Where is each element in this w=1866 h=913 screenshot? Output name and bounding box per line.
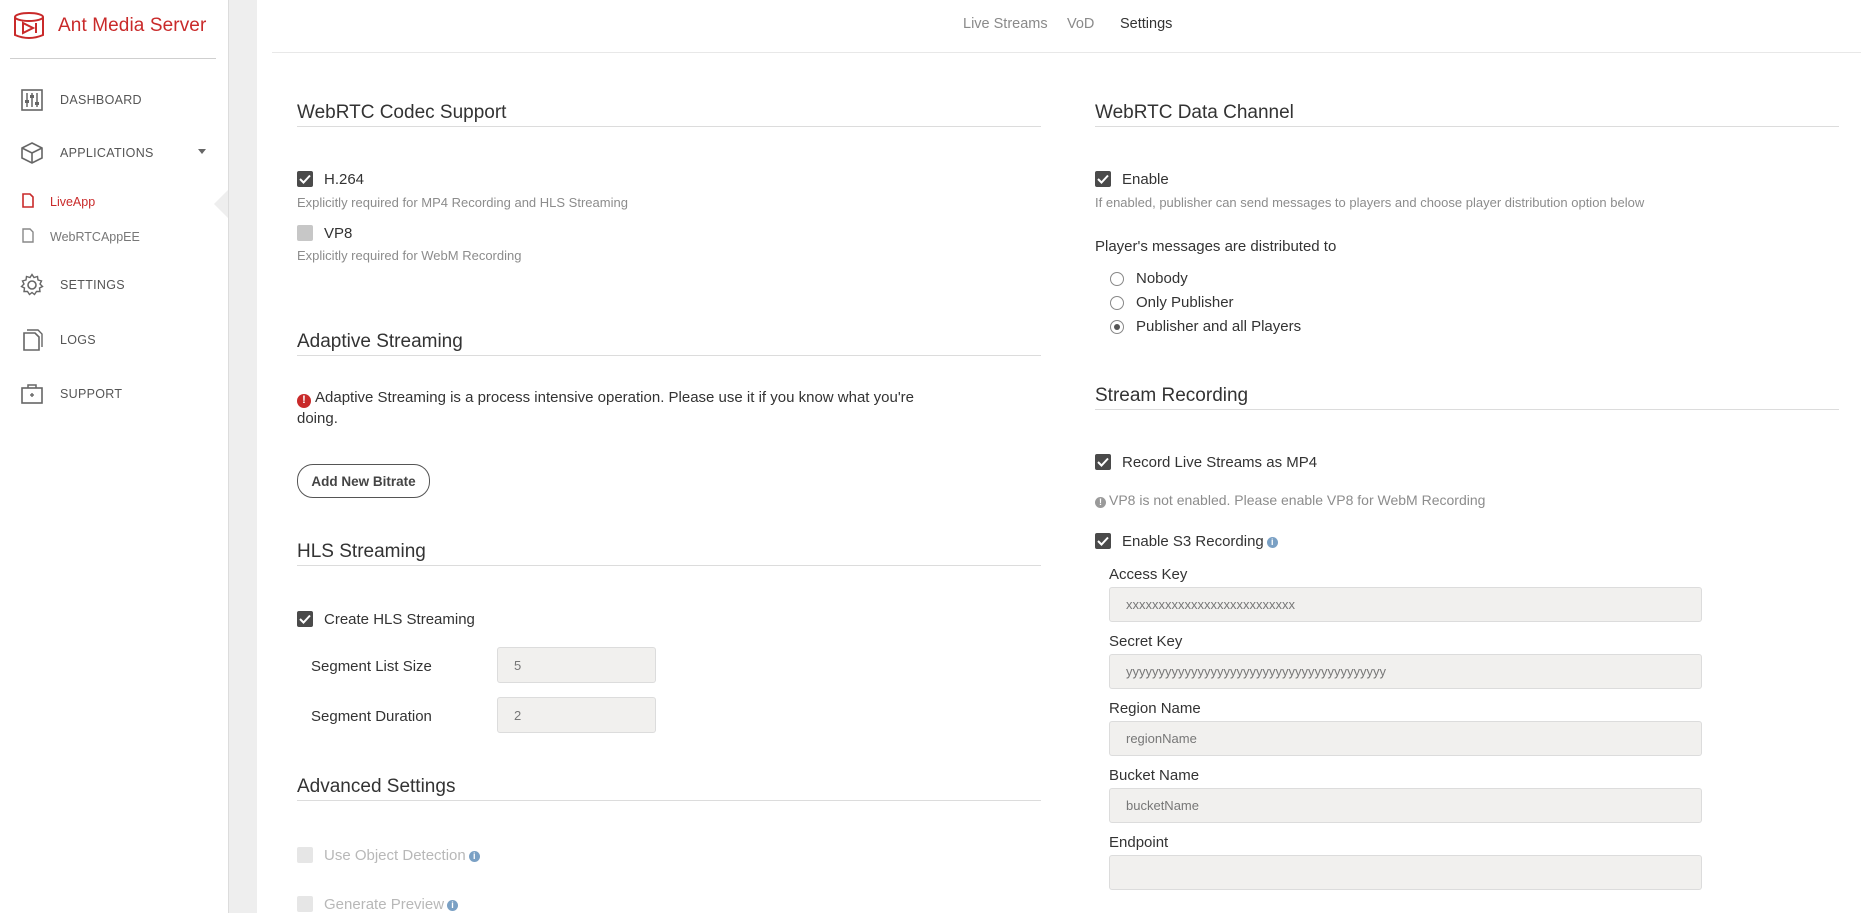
sidebar-item-support[interactable]: SUPPORT <box>20 382 122 406</box>
vp8-not-enabled-note: ! VP8 is not enabled. Please enable VP8 f… <box>1095 492 1485 508</box>
divider <box>297 565 1041 566</box>
record-mp4-label: Record Live Streams as MP4 <box>1122 454 1318 471</box>
info-circle-icon: ! <box>1095 496 1106 508</box>
radio-only-publisher[interactable] <box>1110 296 1124 310</box>
region-name-input[interactable]: regionName <box>1109 721 1702 756</box>
active-app-indicator <box>214 190 228 218</box>
sidebar-item-label: DASHBOARD <box>60 93 142 107</box>
access-key-input[interactable]: xxxxxxxxxxxxxxxxxxxxxxxxxx <box>1109 587 1702 622</box>
chevron-down-icon[interactable] <box>198 149 206 154</box>
brand[interactable]: Ant Media Server <box>12 6 206 46</box>
create-hls-label: Create HLS Streaming <box>324 611 475 628</box>
datachannel-enable-label: Enable <box>1122 171 1169 188</box>
datachannel-enable-checkbox[interactable] <box>1095 171 1111 187</box>
bucket-name-label: Bucket Name <box>1109 767 1200 784</box>
logs-icon <box>20 328 44 352</box>
tab-settings[interactable]: Settings <box>1120 16 1172 32</box>
region-name-label: Region Name <box>1109 700 1201 717</box>
gear-icon <box>20 273 44 297</box>
datachannel-help: If enabled, publisher can send messages … <box>1095 195 1645 210</box>
radio-publisher-and-all-players-label: Publisher and all Players <box>1136 318 1302 335</box>
record-mp4-checkbox[interactable] <box>1095 454 1111 470</box>
adaptive-warning: ! Adaptive Streaming is a process intensi… <box>297 389 915 427</box>
info-icon[interactable]: i <box>447 899 459 911</box>
info-icon[interactable]: i <box>1266 536 1278 548</box>
tab-vod[interactable]: VoD <box>1067 16 1094 32</box>
radio-nobody-label: Nobody <box>1136 270 1188 287</box>
h264-help: Explicitly required for MP4 Recording an… <box>297 195 628 210</box>
s3-recording-checkbox[interactable] <box>1095 533 1111 549</box>
endpoint-input[interactable] <box>1109 855 1702 890</box>
segment-list-size-input[interactable]: 5 <box>497 647 656 683</box>
sidebar: Ant Media Server DASHBOARD APPLICATIONS … <box>0 0 228 913</box>
divider <box>297 355 1041 356</box>
sidebar-item-label: SETTINGS <box>60 278 125 292</box>
hls-section-title: HLS Streaming <box>297 541 426 562</box>
ant-media-logo-icon <box>12 11 46 41</box>
codec-section-title: WebRTC Codec Support <box>297 102 507 123</box>
radio-only-publisher-label: Only Publisher <box>1136 294 1234 311</box>
adaptive-section-title: Adaptive Streaming <box>297 331 463 352</box>
create-hls-checkbox[interactable] <box>297 611 313 627</box>
sidebar-app-label: LiveApp <box>50 195 96 209</box>
add-new-bitrate-button[interactable]: Add New Bitrate <box>297 464 430 498</box>
sliders-icon <box>20 88 44 112</box>
distribution-label: Player's messages are distributed to <box>1095 238 1337 255</box>
warning-icon: ! <box>297 393 311 408</box>
recording-section-title: Stream Recording <box>1095 385 1249 406</box>
sidebar-item-applications[interactable]: APPLICATIONS <box>20 141 220 165</box>
h264-label: H.264 <box>324 171 365 188</box>
segment-list-size-label: Segment List Size <box>311 658 432 675</box>
sidebar-item-label: SUPPORT <box>60 387 123 401</box>
sidebar-gutter <box>228 0 257 913</box>
sidebar-item-logs[interactable]: LOGS <box>20 328 96 352</box>
vp8-label: VP8 <box>324 225 353 242</box>
radio-nobody[interactable] <box>1110 272 1124 286</box>
divider <box>297 126 1041 127</box>
top-tabs: Live Streams VoD Settings <box>272 0 1861 53</box>
sidebar-item-label: APPLICATIONS <box>60 146 154 160</box>
access-key-label: Access Key <box>1109 566 1188 583</box>
secret-key-label: Secret Key <box>1109 633 1183 650</box>
vp8-help: Explicitly required for WebM Recording <box>297 248 522 263</box>
divider <box>1095 126 1839 127</box>
file-icon <box>22 228 34 246</box>
cube-icon <box>20 141 44 165</box>
generate-preview-label: Generate Preview i <box>324 896 459 913</box>
divider <box>297 800 1041 801</box>
bucket-name-input[interactable]: bucketName <box>1109 788 1702 823</box>
object-detection-label: Use Object Detection i <box>324 847 480 864</box>
divider <box>1095 409 1839 410</box>
h264-checkbox[interactable] <box>297 171 313 187</box>
endpoint-label: Endpoint <box>1109 834 1169 851</box>
radio-publisher-and-all-players[interactable] <box>1110 320 1124 334</box>
generate-preview-checkbox[interactable] <box>297 896 313 912</box>
file-icon <box>22 193 34 211</box>
brand-divider <box>10 58 216 59</box>
object-detection-checkbox[interactable] <box>297 847 313 863</box>
sidebar-item-label: LOGS <box>60 333 96 347</box>
sidebar-app-webrtcappee[interactable]: WebRTCAppEE <box>22 228 140 246</box>
sidebar-item-dashboard[interactable]: DASHBOARD <box>20 88 142 112</box>
advanced-section-title: Advanced Settings <box>297 776 456 797</box>
sidebar-item-settings[interactable]: SETTINGS <box>20 273 125 297</box>
support-icon <box>20 382 44 406</box>
secret-key-input[interactable]: yyyyyyyyyyyyyyyyyyyyyyyyyyyyyyyyyyyyyyyy <box>1109 654 1702 689</box>
brand-name: Ant Media Server <box>58 15 207 36</box>
info-icon[interactable]: i <box>468 850 480 862</box>
segment-duration-label: Segment Duration <box>311 708 432 725</box>
sidebar-app-label: WebRTCAppEE <box>50 230 140 244</box>
vp8-checkbox[interactable] <box>297 225 313 241</box>
s3-recording-label: Enable S3 Recording i <box>1122 533 1278 550</box>
datachannel-section-title: WebRTC Data Channel <box>1095 102 1294 123</box>
sidebar-app-liveapp[interactable]: LiveApp <box>22 193 95 211</box>
tab-live-streams[interactable]: Live Streams <box>963 16 1048 32</box>
segment-duration-input[interactable]: 2 <box>497 697 656 733</box>
